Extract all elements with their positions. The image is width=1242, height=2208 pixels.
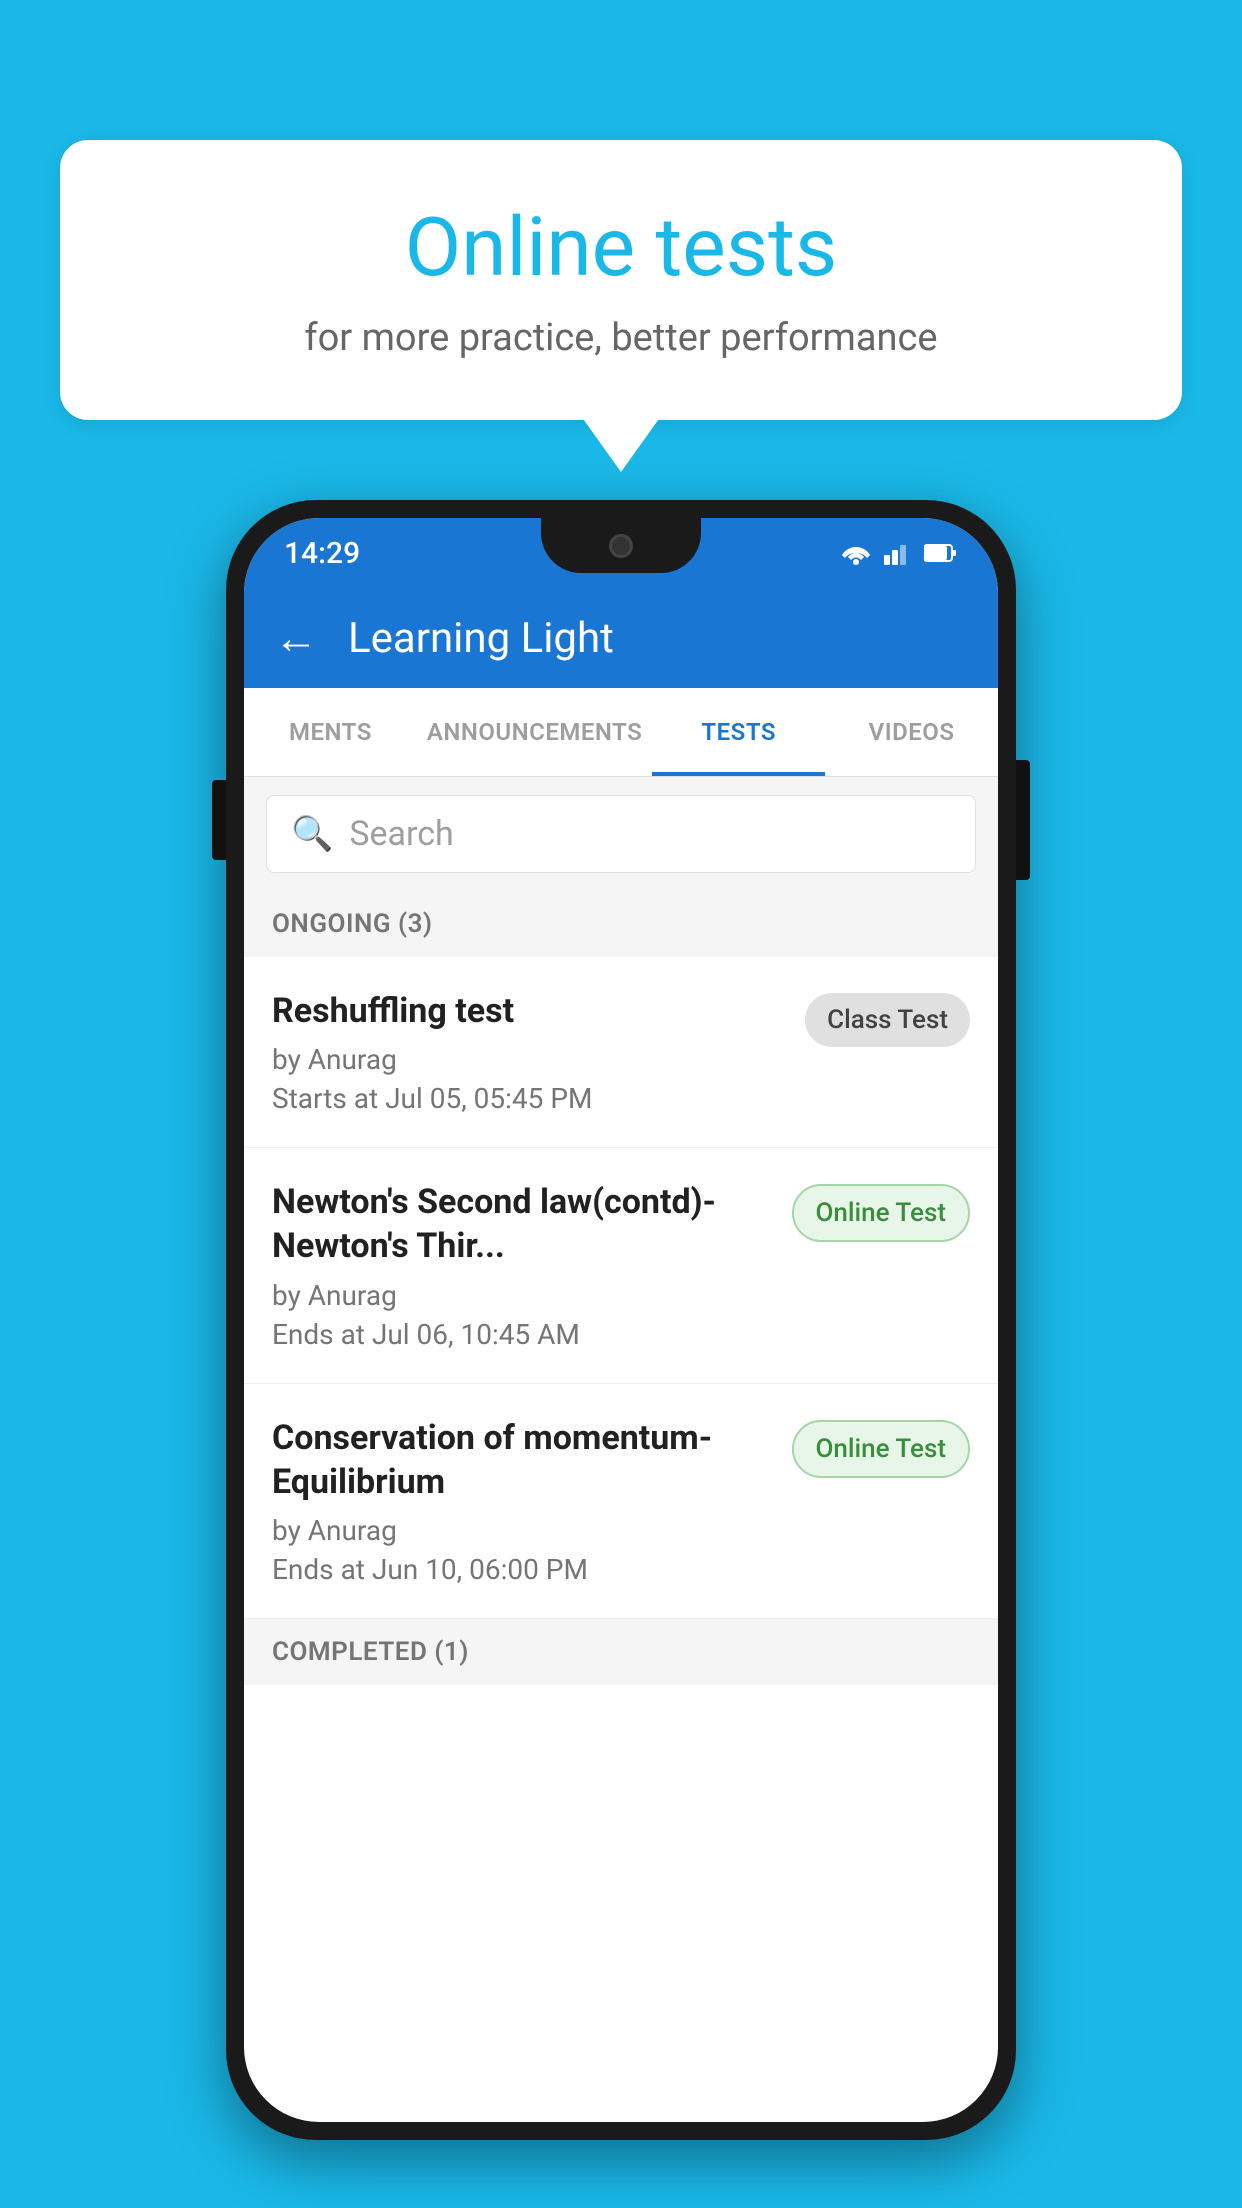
test-badge-online: Online Test bbox=[792, 1184, 971, 1242]
test-title: Conservation of momentum-Equilibrium bbox=[272, 1416, 772, 1504]
test-badge-online-2: Online Test bbox=[792, 1420, 971, 1478]
status-time: 14:29 bbox=[284, 536, 360, 571]
completed-section-header: COMPLETED (1) bbox=[244, 1619, 998, 1685]
test-list: Reshuffling test by Anurag Starts at Jul… bbox=[244, 957, 998, 1619]
test-badge-class: Class Test bbox=[805, 993, 970, 1047]
test-date: Ends at Jun 10, 06:00 PM bbox=[272, 1553, 772, 1586]
speech-bubble: Online tests for more practice, better p… bbox=[60, 140, 1182, 420]
tab-videos[interactable]: VIDEOS bbox=[825, 688, 998, 776]
test-item[interactable]: Reshuffling test by Anurag Starts at Jul… bbox=[244, 957, 998, 1148]
notch bbox=[541, 518, 701, 573]
test-item-content: Reshuffling test by Anurag Starts at Jul… bbox=[272, 989, 785, 1115]
tab-ments[interactable]: MENTS bbox=[244, 688, 417, 776]
speech-bubble-container: Online tests for more practice, better p… bbox=[60, 140, 1182, 420]
test-date: Ends at Jul 06, 10:45 AM bbox=[272, 1318, 772, 1351]
signal-icon bbox=[884, 541, 912, 565]
search-bar[interactable]: 🔍 Search bbox=[266, 795, 976, 873]
tabs-container: MENTS ANNOUNCEMENTS TESTS VIDEOS bbox=[244, 688, 998, 777]
test-item-content: Newton's Second law(contd)-Newton's Thir… bbox=[272, 1180, 772, 1350]
tab-announcements[interactable]: ANNOUNCEMENTS bbox=[417, 688, 652, 776]
wifi-icon bbox=[840, 541, 872, 565]
test-title: Reshuffling test bbox=[272, 989, 785, 1033]
phone-frame: 14:29 bbox=[226, 500, 1016, 2140]
phone-inner: 14:29 bbox=[244, 518, 998, 2122]
battery-icon bbox=[924, 543, 958, 563]
app-bar: ← Learning Light bbox=[244, 588, 998, 688]
phone-container: 14:29 bbox=[226, 500, 1016, 2140]
test-date: Starts at Jul 05, 05:45 PM bbox=[272, 1082, 785, 1115]
app-bar-title: Learning Light bbox=[348, 614, 614, 663]
search-icon: 🔍 bbox=[291, 814, 333, 854]
test-item[interactable]: Newton's Second law(contd)-Newton's Thir… bbox=[244, 1148, 998, 1383]
camera bbox=[609, 534, 633, 558]
tab-tests[interactable]: TESTS bbox=[652, 688, 825, 776]
status-icons bbox=[840, 541, 958, 565]
speech-bubble-subtitle: for more practice, better performance bbox=[130, 316, 1112, 360]
speech-bubble-title: Online tests bbox=[130, 200, 1112, 296]
search-container: 🔍 Search bbox=[244, 777, 998, 891]
status-bar: 14:29 bbox=[244, 518, 998, 588]
test-item-content: Conservation of momentum-Equilibrium by … bbox=[272, 1416, 772, 1586]
back-button[interactable]: ← bbox=[274, 612, 318, 664]
test-author: by Anurag bbox=[272, 1514, 772, 1547]
test-author: by Anurag bbox=[272, 1043, 785, 1076]
search-placeholder: Search bbox=[349, 814, 453, 854]
test-title: Newton's Second law(contd)-Newton's Thir… bbox=[272, 1180, 772, 1268]
ongoing-section-header: ONGOING (3) bbox=[244, 891, 998, 957]
test-item[interactable]: Conservation of momentum-Equilibrium by … bbox=[244, 1384, 998, 1619]
test-author: by Anurag bbox=[272, 1279, 772, 1312]
